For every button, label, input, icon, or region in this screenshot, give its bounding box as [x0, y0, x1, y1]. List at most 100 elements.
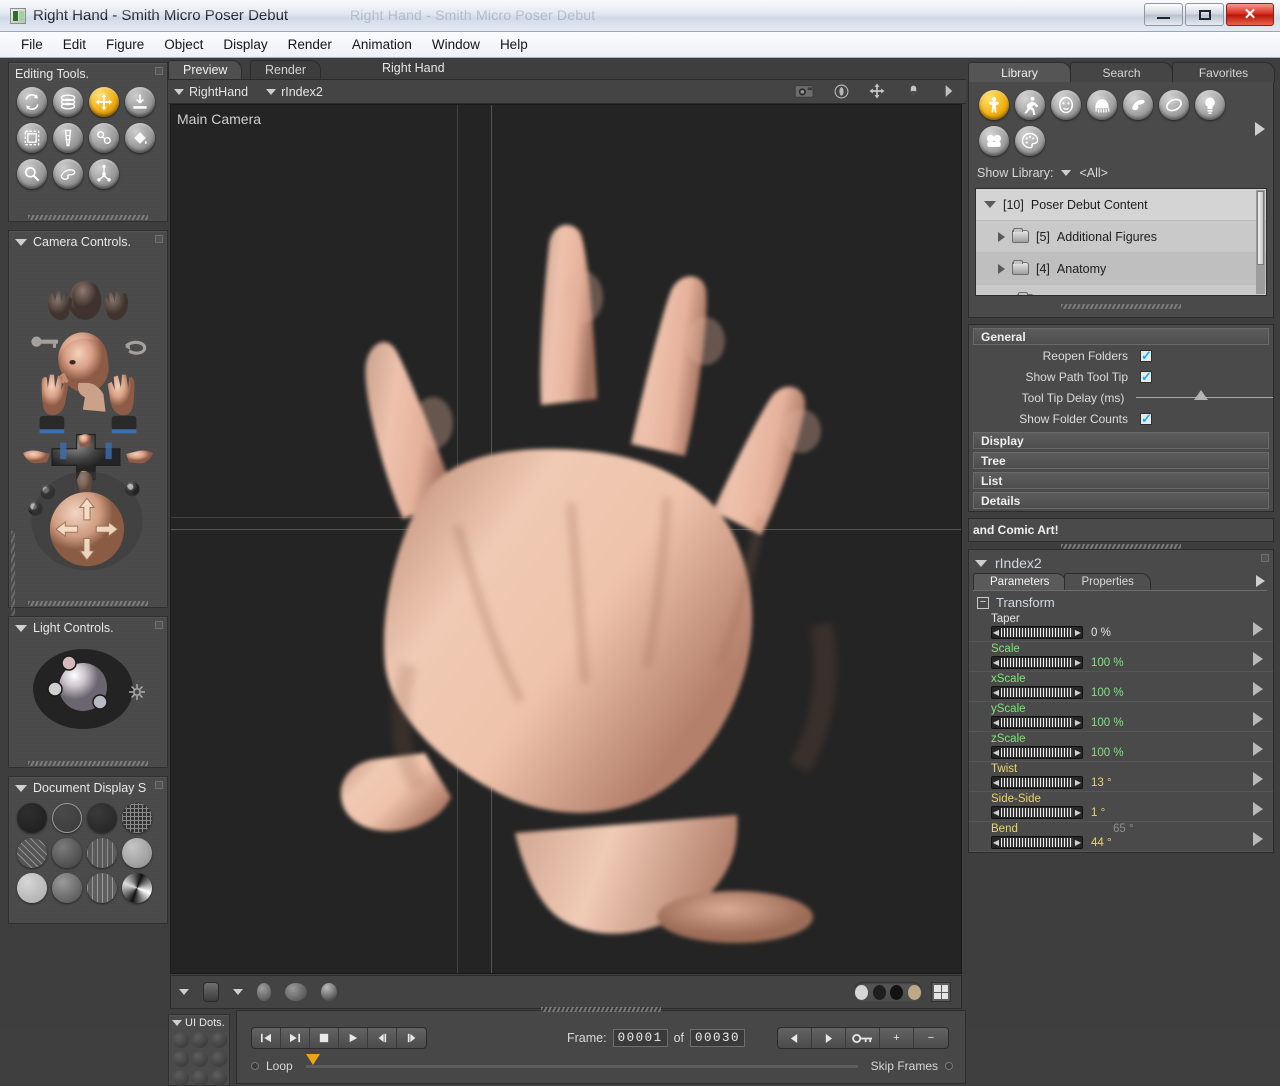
display-style-swatch[interactable]	[203, 982, 219, 1002]
collapse-caret-icon[interactable]	[172, 1020, 182, 1026]
cameras-icon[interactable]	[979, 126, 1009, 156]
dial-expand-arrow-icon[interactable]	[1253, 622, 1263, 636]
loop-toggle[interactable]	[251, 1062, 259, 1070]
expand-caret-icon[interactable]	[998, 264, 1005, 274]
dial-slider[interactable]: ◀▶	[991, 686, 1083, 699]
dial-row[interactable]: 65 ° ◀▶ 44 °	[991, 836, 1273, 849]
props-icon[interactable]	[1159, 90, 1189, 120]
dial-expand-arrow-icon[interactable]	[1253, 652, 1263, 666]
style-cartoon-lined[interactable]	[17, 873, 47, 903]
step-back-button[interactable]	[368, 1028, 397, 1048]
twist-tool-button[interactable]	[53, 87, 83, 117]
shading-ball-group[interactable]	[285, 983, 307, 1001]
ui-dot[interactable]	[211, 1032, 227, 1048]
dot-black[interactable]	[890, 985, 903, 1000]
panel-resize-grip[interactable]	[9, 599, 167, 608]
dial-value[interactable]: 0 %	[1091, 627, 1111, 639]
figures-icon[interactable]	[979, 90, 1009, 120]
reopen-folders-checkbox[interactable]	[1140, 350, 1152, 362]
dial-slider[interactable]: ◀▶	[991, 836, 1083, 849]
style-hidden-line[interactable]	[122, 803, 152, 833]
dial-side-side[interactable]: Side-Side ◀▶ 1 °	[969, 792, 1273, 822]
section-tree-header[interactable]: Tree	[973, 452, 1269, 469]
hair-icon[interactable]	[1087, 90, 1117, 120]
menu-object[interactable]: Object	[155, 34, 212, 55]
dial-value[interactable]: 100 %	[1091, 657, 1124, 669]
chevron-down-icon[interactable]	[1061, 170, 1071, 176]
panel-resize-grip[interactable]	[9, 759, 167, 768]
dial-value[interactable]: 44 °	[1091, 837, 1112, 849]
minimize-button[interactable]	[1144, 3, 1183, 26]
prev-key-button[interactable]	[778, 1028, 812, 1048]
to-start-button[interactable]	[252, 1028, 281, 1048]
section-list-header[interactable]: List	[973, 472, 1269, 489]
step-forward-button[interactable]	[397, 1028, 426, 1048]
panel-corner-handle[interactable]	[155, 235, 163, 243]
display-dots[interactable]	[853, 982, 923, 1002]
dial-expand-arrow-icon[interactable]	[1253, 712, 1263, 726]
dial-right-arrow-icon[interactable]: ▶	[1074, 718, 1082, 727]
dot-tan[interactable]	[908, 985, 921, 1000]
dial-left-arrow-icon[interactable]: ◀	[992, 808, 1000, 817]
menu-window[interactable]: Window	[423, 34, 489, 55]
dial-value[interactable]: 100 %	[1091, 717, 1124, 729]
library-more-arrow-icon[interactable]	[1255, 122, 1265, 136]
maximize-button[interactable]	[1185, 3, 1224, 26]
tree-row-animals[interactable]: [6] Animals	[976, 285, 1266, 296]
dial-row[interactable]: ◀ ▶ 100 %	[991, 716, 1273, 729]
section-details-header[interactable]: Details	[973, 492, 1269, 509]
style-flat-lined[interactable]	[87, 838, 117, 868]
tree-row-anatomy[interactable]: [4] Anatomy	[976, 253, 1266, 285]
ui-dot[interactable]	[173, 1032, 189, 1048]
menu-display[interactable]: Display	[214, 34, 276, 55]
menu-help[interactable]: Help	[491, 34, 537, 55]
translate-pull-tool-button[interactable]	[89, 87, 119, 117]
chevron-down-icon-2[interactable]	[233, 989, 243, 995]
breadcrumb-actor[interactable]: rIndex2	[266, 85, 323, 99]
taper-tool-button[interactable]	[53, 123, 83, 153]
panel-resize-grip[interactable]	[9, 213, 167, 222]
light-controls-header[interactable]: Light Controls.	[9, 617, 167, 637]
dial-scale[interactable]: Scale ◀▶ 100 %	[969, 642, 1273, 672]
move-icon[interactable]	[866, 82, 888, 100]
collapse-caret-icon[interactable]	[15, 625, 27, 632]
document-display-header[interactable]: Document Display S	[9, 777, 167, 797]
menu-edit[interactable]: Edit	[54, 34, 95, 55]
style-outline[interactable]	[52, 803, 82, 833]
dial-left-arrow-icon[interactable]: ◀	[992, 718, 1000, 727]
style-texture-shaded[interactable]	[122, 873, 152, 903]
light-icon[interactable]	[902, 82, 924, 100]
timeline-slider[interactable]	[306, 1065, 858, 1068]
close-button[interactable]: ✕	[1226, 3, 1274, 26]
ground-grid-toggle-icon[interactable]	[931, 982, 951, 1002]
expand-caret-icon[interactable]	[984, 201, 996, 208]
dial-slider[interactable]: ◀▶	[991, 806, 1083, 819]
tab-search[interactable]: Search	[1070, 62, 1173, 82]
section-general-header[interactable]: General	[973, 328, 1269, 345]
play-button[interactable]	[339, 1028, 368, 1048]
dial-row[interactable]: ◀▶ 13 °	[991, 776, 1273, 789]
dial-value[interactable]: 13 °	[1091, 777, 1112, 789]
shading-ball-1[interactable]	[257, 983, 271, 1001]
dial-xscale[interactable]: xScale ◀▶ 100 %	[969, 672, 1273, 702]
tree-scrollbar[interactable]	[1256, 190, 1265, 294]
style-silhouette[interactable]	[17, 803, 47, 833]
dial-slider[interactable]: ◀▶	[991, 776, 1083, 789]
skip-frames-toggle[interactable]	[945, 1062, 953, 1070]
to-end-button[interactable]	[281, 1028, 310, 1048]
parameter-group-transform[interactable]: − Transform	[969, 591, 1273, 612]
chevron-down-icon[interactable]	[179, 989, 189, 995]
grouping-tool-button[interactable]	[17, 159, 47, 189]
panel-resize-grip[interactable]	[237, 1005, 965, 1014]
chevron-down-icon[interactable]	[266, 89, 276, 95]
chain-break-tool-button[interactable]	[89, 123, 119, 153]
dial-zscale[interactable]: zScale ◀▶ 100 %	[969, 732, 1273, 762]
menu-render[interactable]: Render	[279, 34, 341, 55]
tree-scrollbar-thumb[interactable]	[1257, 191, 1264, 265]
dial-taper[interactable]: Taper ◀▶ 0 %	[969, 612, 1273, 642]
style-wireframe[interactable]	[87, 803, 117, 833]
dial-row[interactable]: ◀▶ 1 °	[991, 806, 1273, 819]
collapse-caret-icon[interactable]	[15, 785, 27, 792]
minus-button[interactable]: −	[914, 1028, 948, 1048]
eye-icon[interactable]	[830, 82, 852, 100]
